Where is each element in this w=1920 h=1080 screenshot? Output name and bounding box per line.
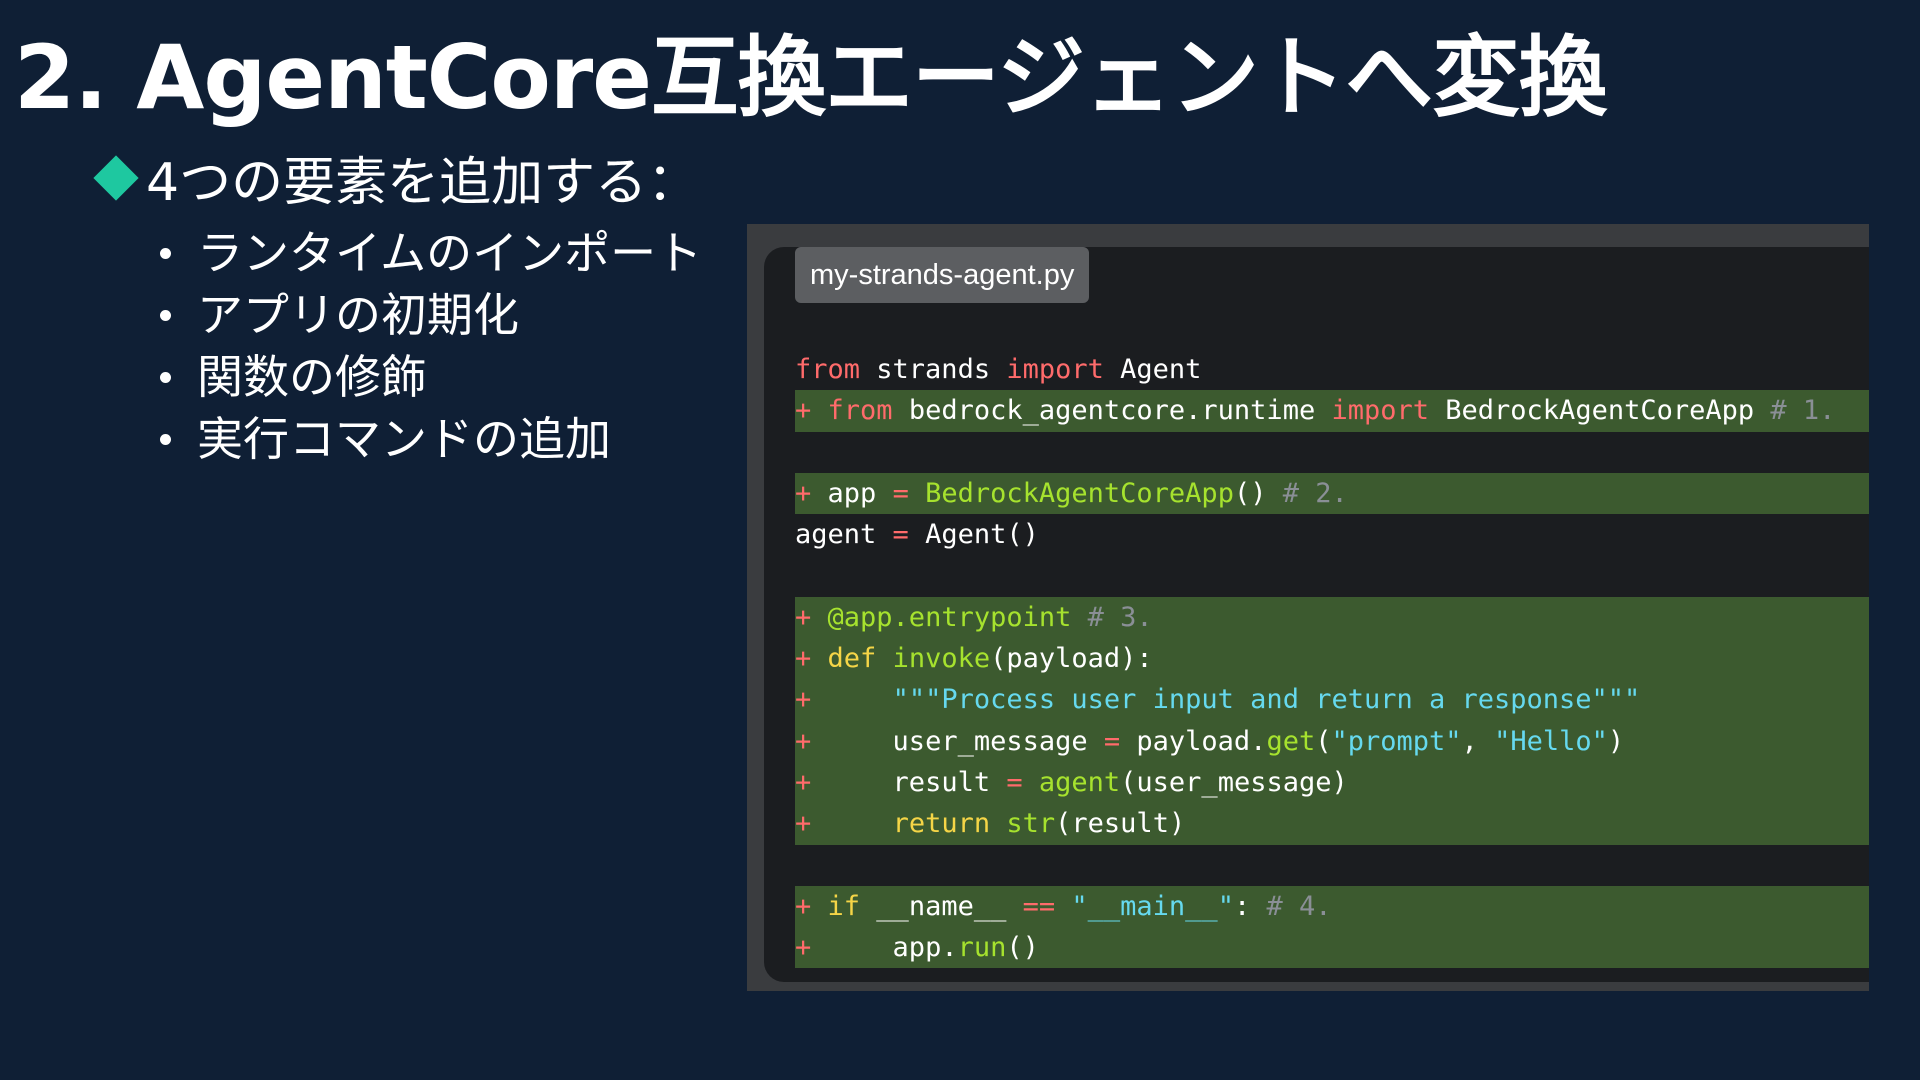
diff-plus-icon: +	[795, 766, 812, 798]
bullet-dot-icon	[160, 433, 171, 445]
code-line-added: + def invoke(payload):	[795, 638, 1869, 680]
code-text: from bedrock_agentcore.runtime import Be…	[827, 395, 1836, 427]
sub-bullet-item: 関数の修飾	[160, 346, 702, 408]
main-bullet-text: 4つの要素を追加する：	[146, 153, 700, 213]
code-panel: my-strands-agent.py from strands import …	[764, 247, 1869, 982]
diff-plus-icon: +	[795, 643, 812, 675]
sub-bullet-item: 実行コマンドの追加	[160, 408, 702, 470]
diamond-bullet-icon	[93, 155, 139, 201]
code-block: from strands import Agent + from bedrock_…	[764, 349, 1869, 969]
code-text: @app.entrypoint # 3.	[827, 601, 1153, 633]
diff-plus-icon: +	[795, 932, 812, 964]
code-text: app.run()	[827, 932, 1039, 964]
code-line: from strands import Agent	[764, 349, 1869, 390]
sub-bullet-text: 実行コマンドの追加	[197, 412, 611, 466]
diff-plus-icon: +	[795, 477, 812, 509]
code-line-added: + if __name__ == "__main__": # 4.	[795, 885, 1869, 928]
code-text: agent = Agent()	[795, 519, 1039, 551]
diff-plus-icon: +	[795, 808, 812, 840]
diff-plus-icon: +	[795, 890, 812, 922]
sub-bullet-item: ランタイムのインポート	[160, 222, 702, 284]
code-line-added: + """Process user input and return a res…	[795, 679, 1869, 721]
code-line-added: + app = BedrockAgentCoreApp() # 2.	[795, 472, 1869, 515]
code-text: from strands import Agent	[795, 354, 1202, 385]
bullet-dot-icon	[160, 309, 171, 321]
diff-plus-icon: +	[795, 725, 812, 757]
diff-plus-icon: +	[795, 395, 812, 427]
sub-bullet-text: アプリの初期化	[197, 288, 519, 342]
code-text: """Process user input and return a respo…	[892, 684, 1641, 716]
bullet-dot-icon	[160, 247, 171, 259]
sub-bullet-list: ランタイムのインポート アプリの初期化 関数の修飾 実行コマンドの追加	[160, 222, 702, 470]
slide-title: 2. AgentCore互換エージェントへ変換	[14, 26, 1607, 129]
code-line-added: + @app.entrypoint # 3.	[795, 596, 1869, 639]
code-text: def invoke(payload):	[827, 643, 1153, 675]
sub-bullet-text: 関数の修飾	[197, 350, 427, 404]
code-screenshot-frame: my-strands-agent.py from strands import …	[747, 224, 1869, 991]
code-text: if __name__ == "__main__": # 4.	[827, 890, 1332, 922]
code-line-added: + app.run()	[795, 927, 1869, 969]
code-text: result = agent(user_message)	[827, 766, 1348, 798]
code-line-added: + user_message = payload.get("prompt", "…	[795, 720, 1869, 762]
diff-plus-icon: +	[795, 601, 812, 633]
sub-bullet-text: ランタイムのインポート	[197, 226, 703, 280]
code-line-added: + return str(result)	[795, 803, 1869, 845]
code-text: return str(result)	[892, 808, 1186, 840]
diff-plus-icon: +	[795, 684, 812, 716]
sub-bullet-item: アプリの初期化	[160, 284, 702, 346]
main-bullet: 4つの要素を追加する：	[92, 150, 699, 216]
code-text: user_message = payload.get("prompt", "He…	[827, 725, 1625, 757]
code-line-added: + from bedrock_agentcore.runtime import …	[795, 390, 1869, 432]
code-line-added: + result = agent(user_message)	[795, 761, 1869, 804]
bullet-dot-icon	[160, 371, 171, 383]
code-line: agent = Agent()	[764, 514, 1869, 555]
file-name-tab: my-strands-agent.py	[795, 247, 1090, 303]
code-text: app = BedrockAgentCoreApp() # 2.	[827, 477, 1348, 509]
